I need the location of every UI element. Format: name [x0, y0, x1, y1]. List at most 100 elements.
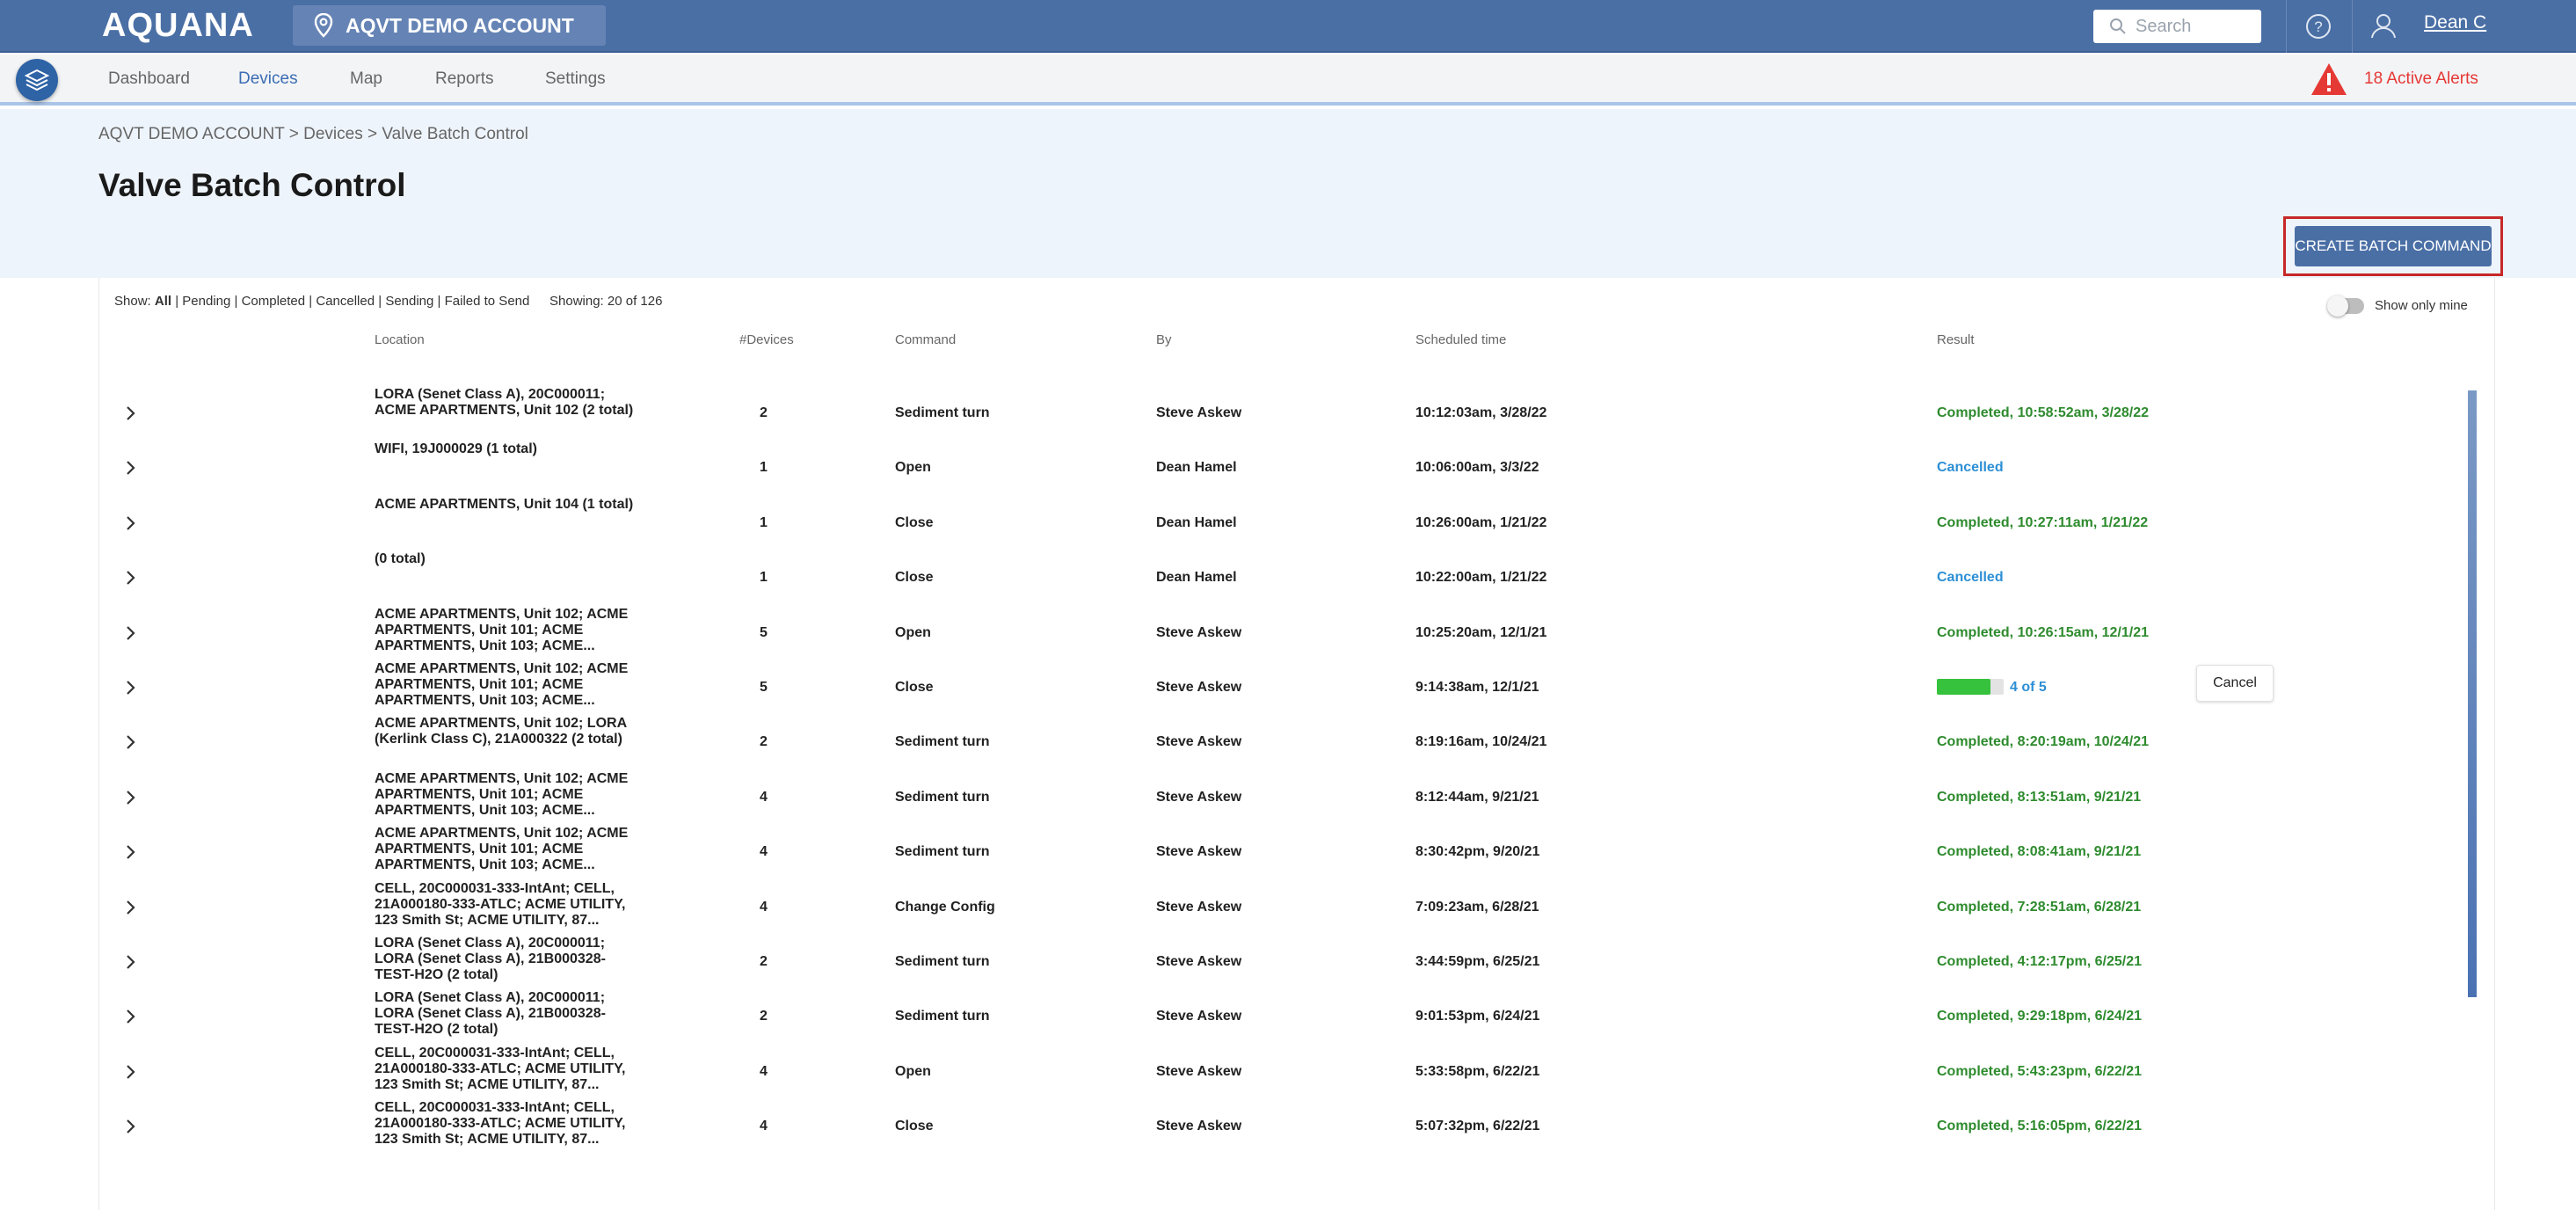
devices-cell: 5 — [760, 680, 768, 695]
command-cell: Open — [895, 624, 931, 640]
layers-icon[interactable] — [16, 59, 58, 101]
column-header-devices[interactable]: #Devices — [739, 332, 794, 347]
by-cell: Steve Askew — [1156, 844, 1242, 860]
scheduled-cell: 10:22:00am, 1/21/22 — [1415, 570, 1547, 586]
scheduled-cell: 3:44:59pm, 6/25/21 — [1415, 954, 1540, 969]
expand-chevron-icon[interactable] — [125, 679, 137, 696]
cancel-button[interactable]: Cancel — [2196, 665, 2274, 702]
column-header-result[interactable]: Result — [1937, 332, 1975, 347]
command-cell: Close — [895, 680, 934, 695]
user-icon[interactable] — [2369, 11, 2398, 40]
table-row[interactable]: ACME APARTMENTS, Unit 102; ACME APARTMEN… — [98, 826, 2472, 880]
table-row[interactable]: ACME APARTMENTS, Unit 102; ACME APARTMEN… — [98, 771, 2472, 826]
scrollbar-thumb[interactable] — [2468, 390, 2477, 997]
result-cell: Completed, 10:26:15am, 12/1/21 — [1937, 624, 2150, 640]
devices-cell: 1 — [760, 570, 768, 586]
filter-all[interactable]: All — [155, 294, 171, 309]
by-cell: Steve Askew — [1156, 1009, 1242, 1024]
expand-chevron-icon[interactable] — [125, 405, 137, 422]
devices-cell: 2 — [760, 954, 768, 969]
expand-chevron-icon[interactable] — [125, 843, 137, 861]
table-row[interactable]: ACME APARTMENTS, Unit 102; ACME APARTMEN… — [98, 661, 2472, 716]
table-row[interactable]: LORA (Senet Class A), 20C000011; LORA (S… — [98, 936, 2472, 990]
by-cell: Steve Askew — [1156, 1119, 1242, 1134]
location-cell: CELL, 20C000031-333-IntAnt; CELL, 21A000… — [375, 880, 626, 928]
filter-label: Show: — [114, 294, 151, 309]
expand-chevron-icon[interactable] — [125, 953, 137, 971]
filter-completed[interactable]: Completed — [242, 294, 306, 309]
alerts-count: 18 Active Alerts — [2364, 69, 2478, 88]
location-pin-icon — [314, 13, 333, 38]
expand-chevron-icon[interactable] — [125, 569, 137, 587]
filter-pending[interactable]: Pending — [182, 294, 230, 309]
expand-chevron-icon[interactable] — [125, 624, 137, 642]
result-cell[interactable]: Cancelled — [1937, 460, 2004, 476]
search-box[interactable] — [2093, 10, 2261, 43]
filter-sending[interactable]: Sending — [385, 294, 433, 309]
result-cell: Completed, 8:20:19am, 10/24/21 — [1937, 734, 2150, 750]
table-row[interactable]: CELL, 20C000031-333-IntAnt; CELL, 21A000… — [98, 1100, 2472, 1155]
scheduled-cell: 8:30:42pm, 9/20/21 — [1415, 844, 1540, 860]
show-only-mine-label: Show only mine — [2375, 298, 2468, 313]
nav-reports[interactable]: Reports — [435, 69, 494, 89]
by-cell: Steve Askew — [1156, 734, 1242, 750]
expand-chevron-icon[interactable] — [125, 1008, 137, 1025]
status-filter: Show: All | Pending | Completed | Cancel… — [114, 294, 530, 309]
filter-failed[interactable]: Failed to Send — [445, 294, 530, 309]
location-cell: LORA (Senet Class A), 20C000011; LORA (S… — [375, 936, 606, 982]
table-row[interactable]: LORA (Senet Class A), 20C000011; ACME AP… — [98, 387, 2472, 441]
result-cell: Completed, 10:58:52am, 3/28/22 — [1937, 405, 2150, 420]
devices-cell: 2 — [760, 734, 768, 750]
by-cell: Steve Askew — [1156, 899, 1242, 915]
divider — [2352, 0, 2353, 53]
result-cell: Completed, 7:28:51am, 6/28/21 — [1937, 899, 2142, 915]
table-row[interactable]: CELL, 20C000031-333-IntAnt; CELL, 21A000… — [98, 881, 2472, 936]
app-logo[interactable]: AQUANA — [102, 7, 254, 45]
nav-dashboard[interactable]: Dashboard — [108, 69, 190, 89]
nav-settings[interactable]: Settings — [545, 69, 606, 89]
table-row[interactable]: ACME APARTMENTS, Unit 102; LORA (Kerlink… — [98, 716, 2472, 770]
scheduled-cell: 10:06:00am, 3/3/22 — [1415, 460, 1539, 476]
result-cell[interactable]: Cancelled — [1937, 570, 2004, 586]
column-header-by[interactable]: By — [1156, 332, 1172, 347]
expand-chevron-icon[interactable] — [125, 733, 137, 751]
column-header-command[interactable]: Command — [895, 332, 956, 347]
location-cell: ACME APARTMENTS, Unit 104 (1 total) — [375, 496, 634, 512]
expand-chevron-icon[interactable] — [125, 1063, 137, 1081]
result-cell: Completed, 5:43:23pm, 6/22/21 — [1937, 1063, 2142, 1079]
devices-cell: 2 — [760, 1009, 768, 1024]
column-header-location[interactable]: Location — [375, 332, 425, 347]
location-cell: LORA (Senet Class A), 20C000011; ACME AP… — [375, 387, 634, 418]
result-cell: Completed, 5:16:05pm, 6/22/21 — [1937, 1119, 2142, 1134]
search-input[interactable] — [2136, 16, 2250, 37]
expand-chevron-icon[interactable] — [125, 789, 137, 806]
nav-devices[interactable]: Devices — [238, 69, 298, 89]
command-cell: Sediment turn — [895, 844, 990, 860]
account-name: AQVT DEMO ACCOUNT — [346, 13, 574, 37]
filter-cancelled[interactable]: Cancelled — [316, 294, 375, 309]
by-cell: Dean Hamel — [1156, 514, 1237, 530]
command-cell: Close — [895, 1119, 934, 1134]
table-row[interactable]: LORA (Senet Class A), 20C000011; LORA (S… — [98, 990, 2472, 1045]
create-batch-command-button[interactable]: CREATE BATCH COMMAND — [2295, 226, 2492, 266]
breadcrumb[interactable]: AQVT DEMO ACCOUNT > Devices > Valve Batc… — [98, 125, 528, 144]
nav-map[interactable]: Map — [350, 69, 382, 89]
table-row[interactable]: WIFI, 19J000029 (1 total) 1 Open Dean Hamel… — [98, 441, 2472, 496]
table-row[interactable]: ACME APARTMENTS, Unit 102; ACME APARTMEN… — [98, 607, 2472, 661]
scheduled-cell: 10:26:00am, 1/21/22 — [1415, 514, 1547, 530]
account-selector[interactable]: AQVT DEMO ACCOUNT — [293, 5, 606, 46]
expand-chevron-icon[interactable] — [125, 899, 137, 916]
column-header-scheduled[interactable]: Scheduled time — [1415, 332, 1506, 347]
expand-chevron-icon[interactable] — [125, 459, 137, 477]
expand-chevron-icon[interactable] — [125, 1118, 137, 1135]
active-alerts[interactable]: 18 Active Alerts — [2310, 62, 2478, 97]
table-row[interactable]: ACME APARTMENTS, Unit 104 (1 total) 1 Clos… — [98, 497, 2472, 551]
show-only-mine-toggle[interactable] — [2327, 295, 2364, 317]
expand-chevron-icon[interactable] — [125, 514, 137, 532]
table-row[interactable]: CELL, 20C000031-333-IntAnt; CELL, 21A000… — [98, 1046, 2472, 1100]
user-name-link[interactable]: Dean C — [2424, 12, 2486, 33]
help-icon[interactable]: ? — [2305, 13, 2332, 40]
table-row[interactable]: (0 total) 1 Close Dean Hamel 10:22:00am, 1/2… — [98, 551, 2472, 606]
search-icon — [2110, 18, 2126, 34]
command-cell: Change Config — [895, 899, 995, 915]
